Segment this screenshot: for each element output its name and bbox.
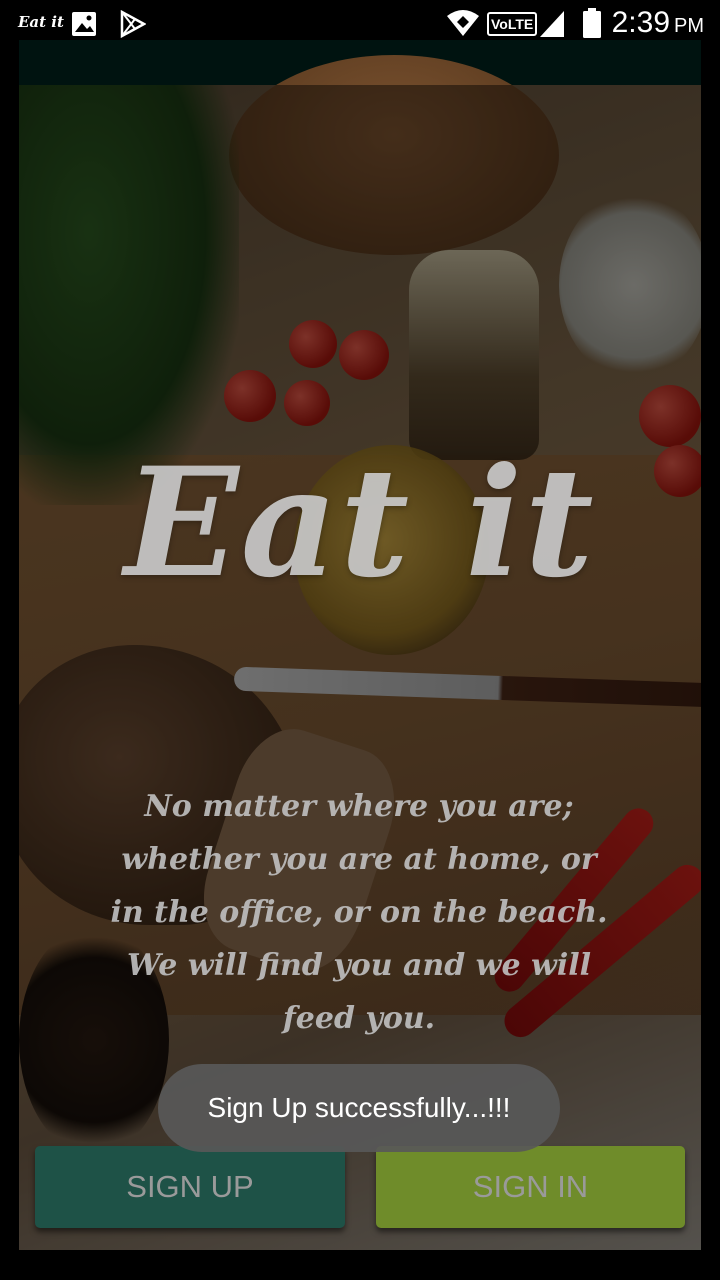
tagline-line: No matter where you are; xyxy=(144,789,574,824)
logo-text: Eat it xyxy=(124,435,596,611)
play-store-icon xyxy=(120,10,146,38)
tagline-line: feed you. xyxy=(282,1001,436,1036)
sign-in-button[interactable]: SIGN IN xyxy=(376,1146,685,1228)
status-app-label: Eat it xyxy=(18,13,64,31)
sign-up-button[interactable]: SIGN UP xyxy=(35,1146,345,1228)
tagline-line: whether you are at home, or xyxy=(121,842,597,877)
image-icon xyxy=(72,12,96,36)
volte-badge: VoLTE xyxy=(487,12,538,36)
status-time: 2:39 PM xyxy=(611,6,704,39)
wifi-icon xyxy=(447,10,479,36)
battery-icon xyxy=(583,8,601,38)
tagline-line: in the office, or on the beach. xyxy=(110,895,608,930)
tagline: No matter where you are; whether you are… xyxy=(99,780,619,1045)
tagline-line: We will find you and we will xyxy=(126,948,592,983)
toast-message: Sign Up successfully...!!! xyxy=(158,1064,560,1152)
signal-icon xyxy=(540,11,564,37)
